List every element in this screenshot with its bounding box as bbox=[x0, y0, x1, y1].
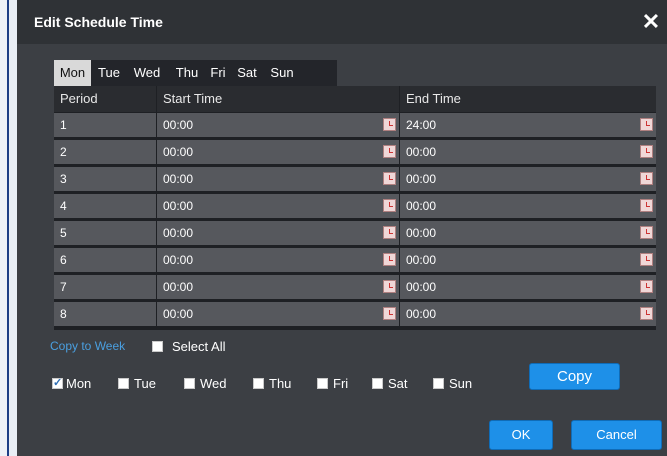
tab-sat[interactable]: Sat bbox=[232, 60, 262, 86]
tab-mon[interactable]: Mon bbox=[54, 60, 91, 86]
clock-icon[interactable] bbox=[383, 199, 396, 212]
end-time-input[interactable]: 00:00 bbox=[400, 167, 656, 191]
day-checkbox-fri[interactable] bbox=[317, 378, 328, 389]
table-row: 8 00:00 00:00 bbox=[54, 302, 656, 327]
cancel-button[interactable]: Cancel bbox=[571, 420, 662, 450]
clock-icon[interactable] bbox=[383, 118, 396, 131]
day-checkbox-tue[interactable] bbox=[118, 378, 129, 389]
period-cell: 3 bbox=[54, 167, 156, 191]
day-checkbox-sun[interactable] bbox=[433, 378, 444, 389]
day-checkbox-sat[interactable] bbox=[372, 378, 383, 389]
day-label-thu: Thu bbox=[269, 376, 292, 391]
clock-icon[interactable] bbox=[640, 307, 653, 320]
period-cell: 2 bbox=[54, 140, 156, 164]
tab-tue[interactable]: Tue bbox=[93, 60, 125, 86]
period-cell: 8 bbox=[54, 302, 156, 326]
day-label-fri: Fri bbox=[333, 376, 349, 391]
clock-icon[interactable] bbox=[640, 172, 653, 185]
period-cell: 4 bbox=[54, 194, 156, 218]
table-row: 3 00:00 00:00 bbox=[54, 167, 656, 192]
start-time-input[interactable]: 00:00 bbox=[157, 140, 399, 164]
clock-icon[interactable] bbox=[383, 226, 396, 239]
period-cell: 1 bbox=[54, 113, 156, 137]
day-label-sat: Sat bbox=[388, 376, 408, 391]
frame-border bbox=[7, 0, 9, 456]
tab-fri[interactable]: Fri bbox=[207, 60, 229, 86]
end-time-input[interactable]: 00:00 bbox=[400, 275, 656, 299]
end-time-input[interactable]: 24:00 bbox=[400, 113, 656, 137]
period-cell: 6 bbox=[54, 248, 156, 272]
day-tabs: Mon Tue Wed Thu Fri Sat Sun bbox=[54, 60, 337, 86]
clock-icon[interactable] bbox=[383, 253, 396, 266]
clock-icon[interactable] bbox=[383, 307, 396, 320]
header-end-time: End Time bbox=[400, 86, 656, 112]
header-period: Period bbox=[54, 86, 156, 112]
end-time-input[interactable]: 00:00 bbox=[400, 302, 656, 326]
schedule-table: Period Start Time End Time 1 00:00 24:00… bbox=[54, 86, 656, 330]
start-time-input[interactable]: 00:00 bbox=[157, 275, 399, 299]
end-time-input[interactable]: 00:00 bbox=[400, 248, 656, 272]
day-label-wed: Wed bbox=[200, 376, 227, 391]
dialog-titlebar: Edit Schedule Time ✕ bbox=[17, 0, 667, 44]
tab-wed[interactable]: Wed bbox=[128, 60, 166, 86]
table-row: 1 00:00 24:00 bbox=[54, 113, 656, 138]
start-time-input[interactable]: 00:00 bbox=[157, 167, 399, 191]
page-background bbox=[0, 0, 7, 456]
start-time-input[interactable]: 00:00 bbox=[157, 194, 399, 218]
clock-icon[interactable] bbox=[640, 199, 653, 212]
table-row: 5 00:00 00:00 bbox=[54, 221, 656, 246]
copy-button[interactable]: Copy bbox=[529, 363, 620, 390]
day-label-tue: Tue bbox=[134, 376, 156, 391]
select-all-checkbox[interactable] bbox=[152, 341, 163, 352]
table-row: 6 00:00 00:00 bbox=[54, 248, 656, 273]
period-cell: 5 bbox=[54, 221, 156, 245]
table-row: 4 00:00 00:00 bbox=[54, 194, 656, 219]
select-all-label: Select All bbox=[172, 339, 226, 354]
clock-icon[interactable] bbox=[640, 253, 653, 266]
day-label-mon: Mon bbox=[66, 376, 92, 391]
table-row: 2 00:00 00:00 bbox=[54, 140, 656, 165]
day-checkbox-mon[interactable] bbox=[52, 376, 63, 389]
start-time-input[interactable]: 00:00 bbox=[157, 302, 399, 326]
day-checkbox-thu[interactable] bbox=[253, 378, 264, 389]
start-time-input[interactable]: 00:00 bbox=[157, 113, 399, 137]
end-time-input[interactable]: 00:00 bbox=[400, 221, 656, 245]
clock-icon[interactable] bbox=[383, 280, 396, 293]
clock-icon[interactable] bbox=[640, 145, 653, 158]
end-time-input[interactable]: 00:00 bbox=[400, 194, 656, 218]
ok-button[interactable]: OK bbox=[489, 420, 553, 450]
clock-icon[interactable] bbox=[383, 172, 396, 185]
dialog-title: Edit Schedule Time bbox=[34, 14, 163, 30]
tab-sun[interactable]: Sun bbox=[266, 60, 298, 86]
end-time-input[interactable]: 00:00 bbox=[400, 140, 656, 164]
clock-icon[interactable] bbox=[640, 280, 653, 293]
edit-schedule-dialog: Edit Schedule Time ✕ Mon Tue Wed Thu Fri… bbox=[17, 0, 667, 456]
clock-icon[interactable] bbox=[383, 145, 396, 158]
start-time-input[interactable]: 00:00 bbox=[157, 248, 399, 272]
period-cell: 7 bbox=[54, 275, 156, 299]
clock-icon[interactable] bbox=[640, 118, 653, 131]
table-row: 7 00:00 00:00 bbox=[54, 275, 656, 300]
day-checkbox-wed[interactable] bbox=[184, 378, 195, 389]
day-label-sun: Sun bbox=[449, 376, 473, 391]
header-start-time: Start Time bbox=[157, 86, 399, 112]
clock-icon[interactable] bbox=[640, 226, 653, 239]
start-time-input[interactable]: 00:00 bbox=[157, 221, 399, 245]
close-icon[interactable]: ✕ bbox=[641, 11, 661, 33]
copy-to-week-link[interactable]: Copy to Week bbox=[50, 339, 125, 353]
tab-thu[interactable]: Thu bbox=[170, 60, 204, 86]
